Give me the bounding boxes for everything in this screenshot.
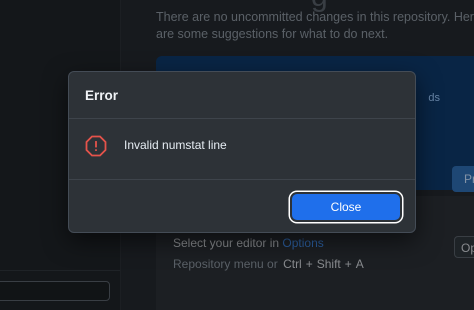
dialog-body: Invalid numstat line bbox=[69, 119, 415, 180]
error-dialog: Error Invalid numstat line Close bbox=[68, 71, 416, 233]
dialog-header: Error bbox=[69, 72, 415, 119]
dialog-footer: Close bbox=[69, 180, 415, 232]
dialog-title: Error bbox=[85, 88, 119, 103]
error-message: Invalid numstat line bbox=[124, 138, 227, 152]
close-button[interactable]: Close bbox=[292, 194, 400, 220]
error-octagon-icon bbox=[85, 135, 107, 157]
